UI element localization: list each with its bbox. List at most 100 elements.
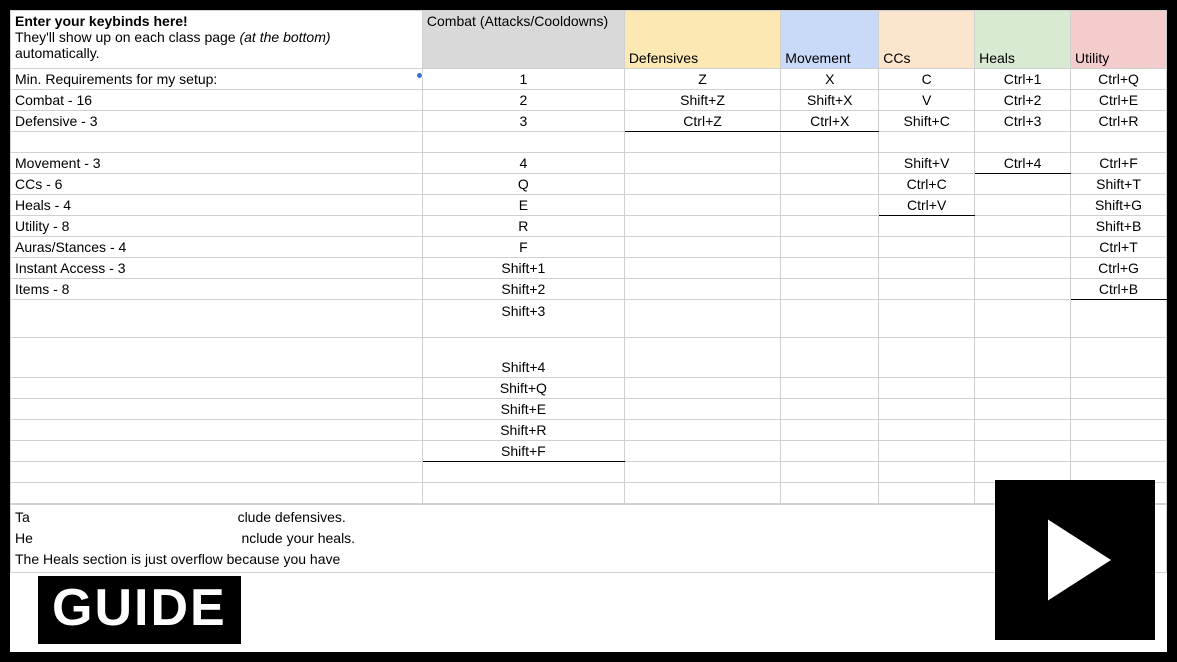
cell[interactable]: Ctrl+F: [1071, 153, 1167, 174]
cell[interactable]: Ctrl+Q: [1071, 69, 1167, 90]
cell[interactable]: Shift+4: [422, 338, 624, 378]
cell[interactable]: Z: [624, 69, 780, 90]
cell[interactable]: Ctrl+3: [975, 111, 1071, 132]
cell[interactable]: [781, 399, 879, 420]
cell[interactable]: [1071, 420, 1167, 441]
table-row[interactable]: Instant Access - 3Shift+1Ctrl+G: [11, 258, 1167, 279]
cell[interactable]: Shift+X: [781, 90, 879, 111]
cell[interactable]: [624, 378, 780, 399]
cell[interactable]: [781, 279, 879, 300]
cell[interactable]: Shift+R: [422, 420, 624, 441]
cell[interactable]: [879, 237, 975, 258]
cell[interactable]: [11, 378, 423, 399]
cell[interactable]: [422, 462, 624, 483]
cell[interactable]: Ctrl+B: [1071, 279, 1167, 300]
cell[interactable]: Shift+2: [422, 279, 624, 300]
cell[interactable]: [781, 462, 879, 483]
col-header-movement[interactable]: Movement: [781, 11, 879, 69]
cell[interactable]: [879, 216, 975, 237]
cell[interactable]: Shift+3: [422, 300, 624, 338]
cell[interactable]: [11, 338, 423, 378]
cell[interactable]: Ctrl+2: [975, 90, 1071, 111]
cell[interactable]: [781, 378, 879, 399]
table-row[interactable]: Min. Requirements for my setup:1ZXCCtrl+…: [11, 69, 1167, 90]
cell[interactable]: [624, 216, 780, 237]
table-row[interactable]: Defensive - 33Ctrl+ZCtrl+XShift+CCtrl+3C…: [11, 111, 1167, 132]
cell[interactable]: [624, 441, 780, 462]
cell[interactable]: [879, 378, 975, 399]
cell[interactable]: Shift+F: [422, 441, 624, 462]
cell[interactable]: [11, 300, 423, 338]
cell[interactable]: [624, 174, 780, 195]
cell[interactable]: Shift+G: [1071, 195, 1167, 216]
table-row[interactable]: Shift+F: [11, 441, 1167, 462]
cell[interactable]: Q: [422, 174, 624, 195]
cell[interactable]: [975, 338, 1071, 378]
cell[interactable]: [624, 483, 780, 504]
table-row[interactable]: Shift+Q: [11, 378, 1167, 399]
col-header-ccs[interactable]: CCs: [879, 11, 975, 69]
cell[interactable]: [11, 420, 423, 441]
cell[interactable]: 3: [422, 111, 624, 132]
table-row[interactable]: Shift+4: [11, 338, 1167, 378]
cell[interactable]: Shift+Z: [624, 90, 780, 111]
cell[interactable]: [975, 258, 1071, 279]
cell[interactable]: Shift+E: [422, 399, 624, 420]
cell[interactable]: [975, 174, 1071, 195]
cell[interactable]: [624, 300, 780, 338]
table-row[interactable]: Shift+E: [11, 399, 1167, 420]
cell[interactable]: [879, 132, 975, 153]
cell[interactable]: [879, 300, 975, 338]
cell[interactable]: [975, 300, 1071, 338]
table-row[interactable]: CCs - 6QCtrl+CShift+T: [11, 174, 1167, 195]
cell[interactable]: [781, 153, 879, 174]
cell[interactable]: [624, 420, 780, 441]
cell[interactable]: [975, 195, 1071, 216]
cell[interactable]: [879, 441, 975, 462]
cell[interactable]: [1071, 399, 1167, 420]
cell[interactable]: Items - 8: [11, 279, 423, 300]
cell[interactable]: [879, 483, 975, 504]
col-header-defensives[interactable]: Defensives: [624, 11, 780, 69]
cell[interactable]: CCs - 6: [11, 174, 423, 195]
cell[interactable]: [975, 378, 1071, 399]
cell[interactable]: [975, 399, 1071, 420]
cell[interactable]: [781, 174, 879, 195]
cell[interactable]: [781, 237, 879, 258]
cell[interactable]: [879, 462, 975, 483]
table-row[interactable]: Heals - 4ECtrl+VShift+G: [11, 195, 1167, 216]
cell[interactable]: [624, 399, 780, 420]
cell[interactable]: Ctrl+E: [1071, 90, 1167, 111]
keybind-spreadsheet[interactable]: Enter your keybinds here! They'll show u…: [10, 10, 1167, 504]
cell[interactable]: [1071, 132, 1167, 153]
cell[interactable]: [422, 483, 624, 504]
cell[interactable]: Combat - 16: [11, 90, 423, 111]
col-header-utility[interactable]: Utility: [1071, 11, 1167, 69]
cell[interactable]: Ctrl+G: [1071, 258, 1167, 279]
cell[interactable]: Shift+1: [422, 258, 624, 279]
cell[interactable]: [11, 399, 423, 420]
cell[interactable]: Shift+V: [879, 153, 975, 174]
cell[interactable]: Ctrl+X: [781, 111, 879, 132]
table-row[interactable]: [11, 462, 1167, 483]
cell[interactable]: V: [879, 90, 975, 111]
cell[interactable]: [624, 153, 780, 174]
cell[interactable]: [975, 237, 1071, 258]
table-row[interactable]: Shift+3: [11, 300, 1167, 338]
table-row[interactable]: [11, 132, 1167, 153]
cell[interactable]: [1071, 300, 1167, 338]
cell[interactable]: [11, 462, 423, 483]
play-button[interactable]: [995, 480, 1155, 640]
cell[interactable]: Auras/Stances - 4: [11, 237, 423, 258]
cell[interactable]: Utility - 8: [11, 216, 423, 237]
cell[interactable]: [879, 420, 975, 441]
cell[interactable]: Shift+C: [879, 111, 975, 132]
cell[interactable]: [975, 441, 1071, 462]
cell[interactable]: [422, 132, 624, 153]
cell[interactable]: Ctrl+4: [975, 153, 1071, 174]
cell[interactable]: F: [422, 237, 624, 258]
cell[interactable]: [624, 279, 780, 300]
table-row[interactable]: Movement - 34Shift+VCtrl+4Ctrl+F: [11, 153, 1167, 174]
cell[interactable]: [1071, 441, 1167, 462]
cell[interactable]: [781, 338, 879, 378]
